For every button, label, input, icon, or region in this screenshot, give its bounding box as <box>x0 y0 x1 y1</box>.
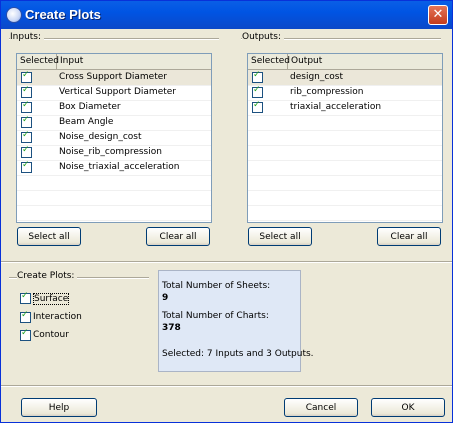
output-row[interactable]: triaxial_acceleration <box>248 100 442 116</box>
input-row-label: Vertical Support Diameter <box>59 87 177 97</box>
help-button[interactable]: Help <box>21 398 97 417</box>
outputs-clear-all-button[interactable]: Clear all <box>377 227 441 246</box>
summary-panel: Total Number of Sheets: 9 Total Number o… <box>158 270 314 372</box>
input-row-label: Noise_triaxial_acceleration <box>59 162 180 172</box>
surface-label: Surface <box>33 293 70 305</box>
output-empty-row <box>248 145 442 161</box>
input-row-label: Cross Support Diameter <box>59 72 167 82</box>
contour-checkbox[interactable] <box>20 328 31 341</box>
cancel-button[interactable]: Cancel <box>284 398 358 417</box>
output-row-label: triaxial_acceleration <box>290 102 382 112</box>
input-row[interactable]: Box Diameter <box>17 100 211 116</box>
input-row-label: Noise_rib_compression <box>59 147 162 157</box>
close-button[interactable]: ✕ <box>428 5 448 25</box>
outputs-table-header: Selected Output <box>248 54 442 70</box>
input-row-checkbox[interactable] <box>21 85 32 98</box>
input-row[interactable]: Vertical Support Diameter <box>17 85 211 101</box>
input-row[interactable]: Cross Support Diameter <box>17 70 211 86</box>
ok-button[interactable]: OK <box>371 398 445 417</box>
input-empty-row <box>17 190 211 206</box>
output-row-checkbox[interactable] <box>252 85 263 98</box>
output-row[interactable]: rib_compression <box>248 85 442 101</box>
charts-label: Total Number of Charts: <box>162 311 269 321</box>
input-row-label: Noise_design_cost <box>59 132 142 142</box>
outputs-select-all-button[interactable]: Select all <box>248 227 312 246</box>
input-row[interactable]: Noise_rib_compression <box>17 145 211 161</box>
inputs-col-input[interactable]: Input <box>57 54 211 69</box>
output-empty-row <box>248 130 442 146</box>
charts-value: 378 <box>162 323 181 333</box>
input-empty-row <box>17 205 211 221</box>
selected-summary: Selected: 7 Inputs and 3 Outputs. <box>162 349 314 359</box>
inputs-table: Selected Input Cross Support Diameter Ver… <box>16 53 212 223</box>
input-row-checkbox[interactable] <box>21 145 32 158</box>
output-empty-row <box>248 175 442 191</box>
input-row[interactable]: Beam Angle <box>17 115 211 131</box>
input-row-checkbox[interactable] <box>21 130 32 143</box>
footer-separator <box>1 385 452 387</box>
create-plots-dialog: Create Plots ✕ Inputs: Selected Input Cr… <box>0 0 453 423</box>
output-empty-row <box>248 160 442 176</box>
output-row[interactable]: design_cost <box>248 70 442 86</box>
output-empty-row <box>248 115 442 131</box>
input-row[interactable]: Noise_triaxial_acceleration <box>17 160 211 176</box>
input-row-checkbox[interactable] <box>21 70 32 83</box>
input-row-label: Box Diameter <box>59 102 121 112</box>
inputs-select-all-button[interactable]: Select all <box>17 227 81 246</box>
outputs-col-selected[interactable]: Selected <box>248 54 290 69</box>
input-row[interactable]: Noise_design_cost <box>17 130 211 146</box>
create-plots-group-label: Create Plots: <box>17 271 78 281</box>
output-empty-row <box>248 205 442 221</box>
outputs-group-label: Outputs: <box>242 32 284 42</box>
input-row-checkbox[interactable] <box>21 100 32 113</box>
input-empty-row <box>17 175 211 191</box>
surface-checkbox[interactable] <box>20 291 31 304</box>
inputs-clear-all-button[interactable]: Clear all <box>146 227 210 246</box>
output-empty-row <box>248 190 442 206</box>
outputs-col-output[interactable]: Output <box>288 54 442 69</box>
input-row-checkbox[interactable] <box>21 115 32 128</box>
title-bar[interactable]: Create Plots ✕ <box>1 1 452 29</box>
interaction-checkbox[interactable] <box>20 310 31 323</box>
output-row-checkbox[interactable] <box>252 100 263 113</box>
output-row-label: rib_compression <box>290 87 364 97</box>
input-row-label: Beam Angle <box>59 117 114 127</box>
window-title: Create Plots <box>25 7 101 22</box>
contour-label: Contour <box>33 330 69 340</box>
output-row-label: design_cost <box>290 72 344 82</box>
inputs-col-selected[interactable]: Selected <box>17 54 59 69</box>
outputs-table: Selected Output design_cost rib_compressi… <box>247 53 443 223</box>
input-row-checkbox[interactable] <box>21 160 32 173</box>
interaction-label: Interaction <box>33 312 82 322</box>
app-icon <box>6 7 22 23</box>
inputs-table-header: Selected Input <box>17 54 211 70</box>
sheets-value: 9 <box>162 293 169 303</box>
inputs-group-label: Inputs: <box>10 32 45 42</box>
section-separator <box>1 261 452 263</box>
output-row-checkbox[interactable] <box>252 70 263 83</box>
sheets-label: Total Number of Sheets: <box>162 281 271 291</box>
